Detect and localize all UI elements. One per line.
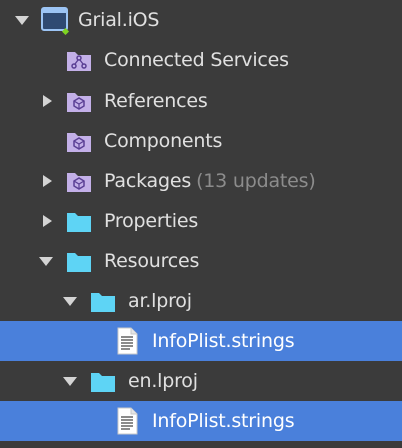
components-folder-icon [64,126,94,156]
packages-folder-icon [64,166,94,196]
connected-services-folder-icon [64,45,94,75]
expanded-triangle-icon[interactable] [62,281,82,321]
tree-item-en-infoplist-strings[interactable]: InfoPlist.strings [0,401,402,441]
tree-item-references[interactable]: References [0,81,402,121]
tree-item-label: Resources [104,250,200,272]
updates-count: (13 updates) [196,170,316,192]
folder-icon [64,206,94,236]
strings-file-icon [112,406,142,436]
tree-item-packages[interactable]: Packages (13 updates) [0,161,402,201]
expanded-triangle-icon[interactable] [14,0,34,40]
tree-item-grial-ios[interactable]: Grial.iOS [0,0,402,40]
collapsed-triangle-icon[interactable] [40,201,60,241]
tree-item-ar-lproj[interactable]: ar.lproj [0,281,402,321]
tree-item-label: Connected Services [104,49,289,71]
expanded-triangle-icon[interactable] [62,361,82,401]
tree-item-label: Components [104,130,223,152]
tree-item-components[interactable]: Components [0,121,402,161]
collapsed-triangle-icon[interactable] [40,161,60,201]
collapsed-triangle-icon[interactable] [40,81,60,121]
strings-file-icon [112,326,142,356]
tree-item-ar-infoplist-strings[interactable]: InfoPlist.strings [0,321,402,361]
tree-item-label: en.lproj [128,370,198,392]
tree-item-resources[interactable]: Resources [0,241,402,281]
expanded-triangle-icon[interactable] [38,241,58,281]
solution-tree: Grial.iOS Connected Services References … [0,0,402,448]
tree-item-label: InfoPlist.strings [152,410,295,432]
tree-item-label: Properties [104,210,199,232]
tree-item-properties[interactable]: Properties [0,201,402,241]
folder-icon [88,286,118,316]
ios-project-icon [40,5,70,35]
tree-item-label: InfoPlist.strings [152,330,295,352]
folder-icon [88,366,118,396]
tree-item-label: Grial.iOS [78,9,160,31]
references-folder-icon [64,86,94,116]
tree-item-label: References [104,90,208,112]
tree-item-label: Packages (13 updates) [104,161,316,201]
tree-item-connected-services[interactable]: Connected Services [0,40,402,80]
tree-item-label: ar.lproj [128,290,192,312]
tree-item-en-lproj[interactable]: en.lproj [0,361,402,401]
folder-icon [64,246,94,276]
packages-label: Packages [104,170,192,192]
